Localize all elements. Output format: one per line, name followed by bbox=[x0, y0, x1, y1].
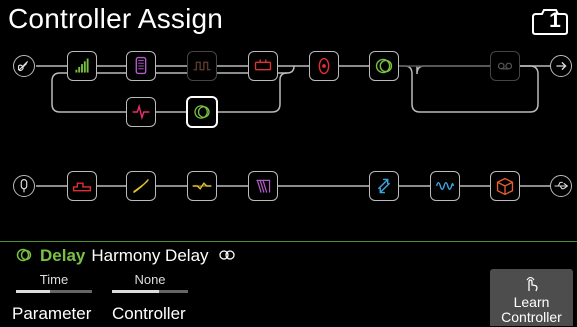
volume-bars-icon bbox=[75, 58, 89, 73]
block-category: Delay bbox=[40, 246, 86, 265]
guitar-input[interactable] bbox=[13, 55, 35, 77]
controller-level-fill bbox=[112, 290, 159, 293]
touch-hand-icon bbox=[526, 276, 538, 292]
path-a-output[interactable] bbox=[550, 55, 572, 77]
selected-block-info: Delay Harmony Delay bbox=[16, 246, 235, 266]
learn-label-line1: Learn bbox=[513, 294, 550, 310]
preamp-icon bbox=[72, 182, 92, 192]
wave-envelope-icon bbox=[192, 182, 212, 190]
filter-block[interactable] bbox=[126, 171, 156, 201]
block-model: Harmony Delay bbox=[91, 246, 209, 265]
synth-block[interactable] bbox=[187, 171, 217, 201]
amp-block[interactable] bbox=[248, 51, 278, 81]
parameter-level-fill bbox=[16, 290, 50, 293]
cube-icon bbox=[496, 177, 514, 196]
eq-block[interactable] bbox=[309, 51, 339, 81]
microphone-icon bbox=[20, 179, 28, 193]
controller-value: None bbox=[134, 272, 166, 287]
modulation-block[interactable] bbox=[126, 97, 156, 127]
volume-pedal-block[interactable] bbox=[67, 51, 97, 81]
parameter-label[interactable]: Parameter bbox=[12, 304, 91, 324]
arrow-right-icon bbox=[556, 61, 567, 71]
dynamics-block[interactable] bbox=[187, 51, 217, 81]
swap-arrows-icon bbox=[377, 178, 391, 194]
controller-assign-screen: Controller Assign 1 Delay Harmony Delay … bbox=[0, 0, 577, 327]
pitch-block[interactable] bbox=[248, 171, 278, 201]
delay-block[interactable] bbox=[369, 51, 399, 81]
delay-rings-icon bbox=[194, 105, 210, 119]
slanted-bars-icon bbox=[256, 179, 271, 193]
guitar-input-icon bbox=[17, 61, 29, 72]
looper-block[interactable] bbox=[490, 51, 520, 81]
learn-controller-label: Learn Controller bbox=[490, 295, 573, 325]
parameter-value: Time bbox=[39, 272, 69, 287]
pedal-icon bbox=[135, 56, 147, 75]
delay-rings-icon bbox=[375, 58, 393, 74]
cab-block[interactable] bbox=[490, 171, 520, 201]
signal-path-wiring bbox=[36, 65, 550, 187]
pulse-icon bbox=[132, 103, 150, 121]
usb-output[interactable] bbox=[550, 175, 572, 197]
delay-rings-icon bbox=[16, 248, 32, 262]
reverb-block[interactable] bbox=[369, 171, 399, 201]
mic-input[interactable] bbox=[13, 175, 35, 197]
learn-controller-button[interactable]: Learn Controller bbox=[490, 269, 573, 326]
speaker-icon bbox=[318, 57, 330, 75]
tape-icon bbox=[497, 62, 513, 70]
wah-block[interactable] bbox=[126, 51, 156, 81]
sine-wave-icon bbox=[435, 182, 455, 190]
selected-delay-block[interactable] bbox=[186, 96, 218, 128]
split-block[interactable] bbox=[67, 171, 97, 201]
wave-block[interactable] bbox=[430, 171, 460, 201]
controller-label[interactable]: Controller bbox=[112, 304, 186, 324]
filter-slope-icon bbox=[133, 179, 149, 194]
amp-icon bbox=[254, 59, 272, 71]
usb-icon bbox=[554, 181, 569, 190]
stereo-icon bbox=[219, 250, 235, 260]
square-wave-icon bbox=[193, 61, 211, 71]
learn-label-line2: Controller bbox=[501, 309, 562, 325]
